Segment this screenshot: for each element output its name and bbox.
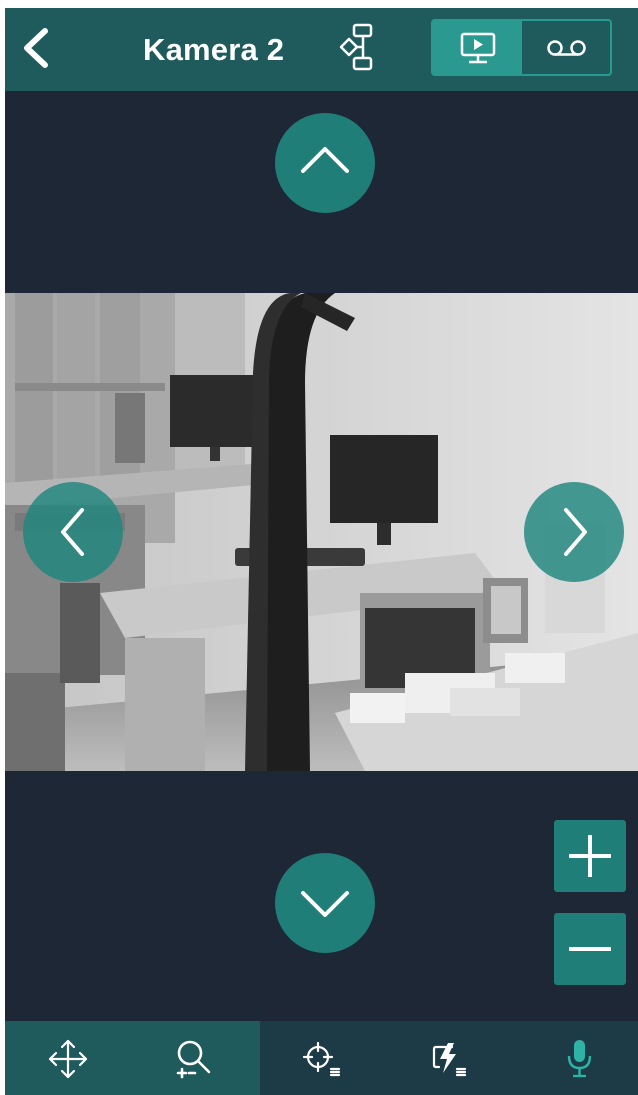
pan-down-button[interactable]: [275, 853, 375, 953]
camera-view-screen: Kamera 2: [5, 8, 638, 1095]
chevron-up-icon: [301, 147, 349, 173]
zoom-magnifier-icon: [176, 1040, 211, 1079]
microphone-tool[interactable]: [513, 1021, 638, 1095]
live-mode-tab[interactable]: [433, 21, 522, 74]
chevron-left-icon: [61, 508, 84, 556]
archive-mode-tab[interactable]: [522, 21, 610, 74]
pan-left-button[interactable]: [23, 482, 123, 582]
zoom-in-button[interactable]: [554, 820, 626, 892]
back-button[interactable]: [17, 26, 57, 70]
relay-tool[interactable]: [386, 1021, 513, 1095]
bottom-toolbar: [5, 1021, 638, 1095]
header-bar: Kamera 2: [5, 8, 638, 91]
monitor-play-icon: [460, 32, 496, 64]
zoom-out-button[interactable]: [554, 913, 626, 985]
hierarchy-icon: [339, 23, 373, 71]
plus-icon: [569, 835, 611, 877]
digital-zoom-tool[interactable]: [132, 1021, 259, 1095]
minus-icon: [569, 947, 611, 951]
voicemail-icon: [547, 40, 586, 56]
camera-tree-button[interactable]: [335, 22, 385, 72]
chevron-left-icon: [24, 28, 48, 68]
pan-up-button[interactable]: [275, 113, 375, 213]
mode-switch: [431, 19, 612, 76]
chevron-down-icon: [301, 891, 349, 917]
pan-right-button[interactable]: [524, 482, 624, 582]
move-arrows-icon: [48, 1039, 88, 1079]
preset-tool[interactable]: [259, 1021, 386, 1095]
ptz-move-tool[interactable]: [5, 1021, 132, 1095]
chevron-right-icon: [564, 508, 587, 556]
microphone-icon: [567, 1040, 592, 1078]
crosshair-preset-icon: [302, 1041, 341, 1077]
camera-title: Kamera 2: [143, 32, 285, 67]
flash-list-icon: [432, 1043, 467, 1077]
